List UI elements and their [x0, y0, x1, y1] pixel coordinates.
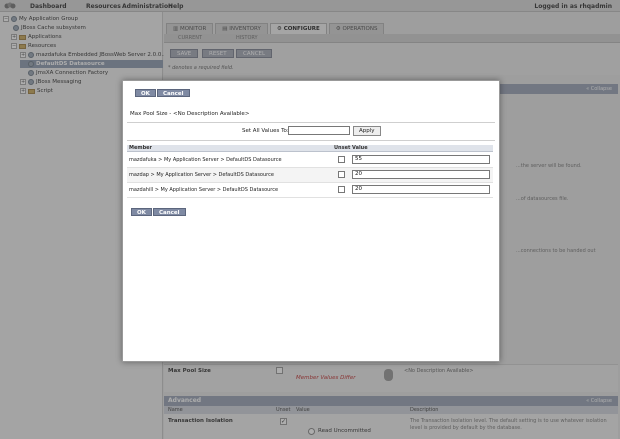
apply-button[interactable]: Apply: [353, 126, 381, 136]
member-name: mazdap > My Application Server > Default…: [129, 172, 274, 178]
table-row: mazdahill > My Application Server > Defa…: [127, 183, 493, 198]
divider: [127, 140, 495, 141]
ok-button-bottom[interactable]: OK: [131, 208, 152, 216]
cancel-button[interactable]: Cancel: [157, 89, 190, 97]
member-name: mazdafuka > My Application Server > Defa…: [129, 157, 282, 163]
col-value: Value: [352, 145, 368, 151]
cancel-button-bottom[interactable]: Cancel: [153, 208, 186, 216]
table-header: Member Unset Value: [127, 145, 493, 152]
property-description: Max Pool Size - <No Description Availabl…: [130, 111, 250, 117]
col-unset: Unset: [334, 145, 351, 151]
value-input[interactable]: 55: [352, 155, 490, 164]
table-row: mazdap > My Application Server > Default…: [127, 168, 493, 183]
member-values-dialog: OK Cancel Max Pool Size - <No Descriptio…: [122, 80, 500, 362]
unset-checkbox[interactable]: [338, 186, 345, 193]
ok-button[interactable]: OK: [135, 89, 156, 97]
set-all-values-input[interactable]: [288, 126, 350, 135]
divider: [127, 122, 495, 123]
set-all-values-label: Set All Values To:: [242, 128, 289, 134]
value-input[interactable]: 20: [352, 185, 490, 194]
member-name: mazdahill > My Application Server > Defa…: [129, 187, 279, 193]
unset-checkbox[interactable]: [338, 156, 345, 163]
col-member: Member: [129, 145, 153, 151]
unset-checkbox[interactable]: [338, 171, 345, 178]
table-row: mazdafuka > My Application Server > Defa…: [127, 153, 493, 168]
value-input[interactable]: 20: [352, 170, 490, 179]
